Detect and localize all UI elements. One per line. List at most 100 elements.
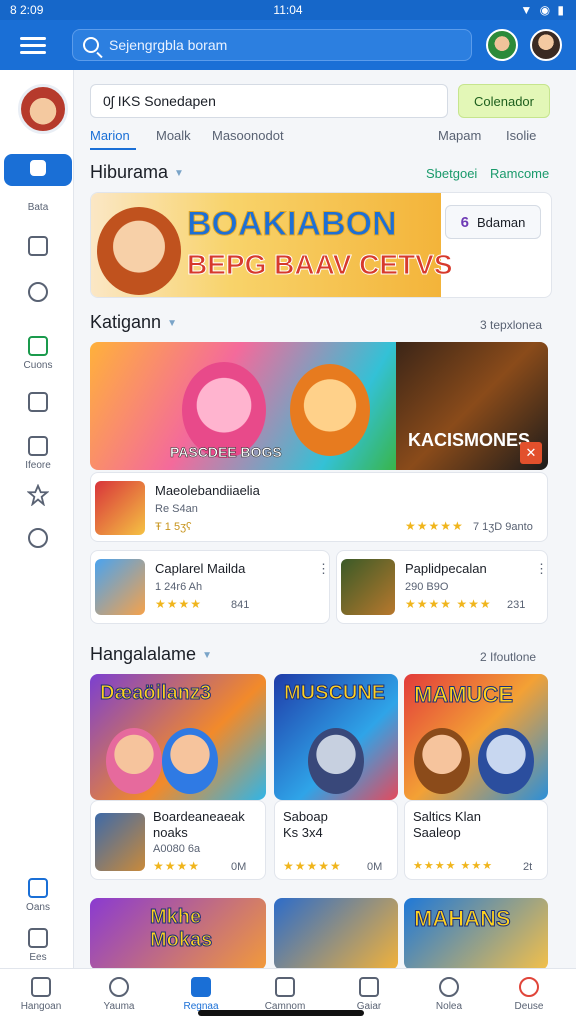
section-title-hiburama: Hiburama ▼ xyxy=(90,162,184,183)
tab-moalk[interactable]: Moalk xyxy=(156,128,191,143)
flower-icon xyxy=(439,977,459,997)
chevron-down-icon[interactable]: ▼ xyxy=(174,168,184,179)
game-thumb xyxy=(95,813,145,871)
game-title: Boardeaneaeak xyxy=(153,809,245,824)
featured-thumb xyxy=(95,481,145,535)
game-tile[interactable]: MAHANS xyxy=(404,898,548,970)
sidebar-item-settings[interactable]: Ees xyxy=(4,928,72,963)
more-icon[interactable]: ⋮ xyxy=(535,561,548,577)
link-sbetgoei[interactable]: Sbetgoei xyxy=(426,166,477,181)
more-icon[interactable]: ⋮ xyxy=(317,561,330,577)
game-tile[interactable] xyxy=(274,898,398,970)
character-figure xyxy=(478,728,534,794)
section-title-hangalalame: Hangalalame ▼ xyxy=(90,644,212,665)
game-stars: ★★★★ ★★★ xyxy=(405,597,492,611)
game-tile[interactable]: Dæaöilanz3 xyxy=(90,674,266,800)
nav-yauma[interactable]: Yauma xyxy=(84,977,154,1012)
nav-nolea[interactable]: Nolea xyxy=(414,977,484,1012)
game-count: 0M xyxy=(367,861,383,873)
sidebar-item-label: Oans xyxy=(26,902,50,913)
link-see-all[interactable]: 2 Ifoutlone xyxy=(480,650,536,664)
character-figure xyxy=(162,728,218,794)
record-icon xyxy=(519,977,539,997)
featured-price: Ŧ 1 5ʒʕ xyxy=(155,521,192,533)
home-indicator[interactable] xyxy=(198,1010,364,1016)
house-icon xyxy=(28,878,48,898)
nav-home[interactable]: Hangoan xyxy=(6,977,76,1012)
clock-icon xyxy=(109,977,129,997)
nav-regnaa[interactable]: Regnaa xyxy=(166,977,236,1012)
tab-isolie[interactable]: Isolie xyxy=(506,128,536,143)
game-stars: ★★★★ xyxy=(153,859,201,873)
hamburger-icon[interactable] xyxy=(12,27,56,63)
game-card[interactable]: Saboap Ks 3x4 ★★★★★ 0M xyxy=(274,800,398,880)
tab-bar: Marion Moalk Masoonodot Mapam Isolie xyxy=(90,126,560,152)
game-tile[interactable]: MUSCUNE xyxy=(274,674,398,800)
promo-banner[interactable]: BOAKIABON BEPG BAAV CETVS 6 Bdaman xyxy=(90,192,552,298)
tab-marion[interactable]: Marion xyxy=(90,128,130,143)
game-thumb xyxy=(95,559,145,615)
sidebar-avatar[interactable] xyxy=(18,84,68,134)
link-ramcome[interactable]: Ramcome xyxy=(490,166,549,181)
hero-caption-left: PASCDEE BOGS xyxy=(170,444,282,461)
hero-carousel[interactable]: PASCDEE BOGS KACISMONES ✕ xyxy=(90,342,548,470)
settings-icon xyxy=(28,928,48,948)
game-card[interactable]: Caplarel Mailda 1 24r6 Ah ★★★★ 841 ⋮ xyxy=(90,550,330,624)
tab-mapam[interactable]: Mapam xyxy=(438,128,481,143)
sidebar-item-quote[interactable] xyxy=(4,282,72,306)
game-card[interactable]: Paplidpecalan 290 B9O ★★★★ ★★★ 231 ⋮ xyxy=(336,550,548,624)
avatar-friend[interactable] xyxy=(486,29,518,61)
mascot-image xyxy=(97,207,181,295)
tab-masoonodot[interactable]: Masoonodot xyxy=(212,128,284,143)
sidebar-item-star[interactable] xyxy=(4,484,72,510)
game-title: Saltics Klan xyxy=(413,809,481,824)
section-title-text: Hiburama xyxy=(90,162,169,182)
sidebar-item-house[interactable]: Oans xyxy=(4,878,72,913)
banner-button[interactable]: 6 Bdaman xyxy=(445,205,541,239)
featured-count: 7 1ʒD 9anto xyxy=(473,521,533,533)
sidebar-item-chat[interactable]: Cuons xyxy=(4,336,72,371)
calendar-icon xyxy=(28,236,48,256)
nav-label: Deuse xyxy=(514,1001,544,1012)
chevron-down-icon[interactable]: ▼ xyxy=(167,318,177,329)
game-tile-label: MAMUCE xyxy=(414,682,514,708)
game-tile[interactable]: Mkhe Mokas xyxy=(90,898,266,970)
nav-camnom[interactable]: Camnom xyxy=(250,977,320,1012)
main-content: 0ʃ IKS Sonedapen Colenador Marion Moalk … xyxy=(74,70,576,970)
sidebar-item-bata[interactable]: Bata xyxy=(4,202,72,213)
character-figure xyxy=(308,728,364,794)
game-card[interactable]: Saltics Klan Saaleop ★★★★ ★★★ 2t xyxy=(404,800,548,880)
featured-card[interactable]: Maeolebandiiaelia Re S4an Ŧ 1 5ʒʕ ★★★★★ … xyxy=(90,472,548,542)
nav-deuse[interactable]: Deuse xyxy=(494,977,564,1012)
quote-icon xyxy=(28,282,48,302)
status-time: 11:04 xyxy=(273,3,303,17)
sidebar-item-image[interactable]: Ifeore xyxy=(4,436,72,471)
nav-label: Yauma xyxy=(103,1001,135,1012)
close-icon[interactable]: ✕ xyxy=(520,442,542,464)
avatar-profile[interactable] xyxy=(530,29,562,61)
game-title: Saboap xyxy=(283,809,328,824)
game-tile[interactable]: MAMUCE xyxy=(404,674,548,800)
sidebar-item-door[interactable] xyxy=(4,392,72,416)
sidebar: Bata Cuons Ifeore Oans Ees xyxy=(0,70,74,970)
code-input[interactable]: 0ʃ IKS Sonedapen xyxy=(90,84,448,118)
game-count: 841 xyxy=(231,599,250,611)
game-stars: ★★★★ xyxy=(155,597,203,611)
game-card[interactable]: Boardeaneaeak noaks A0080 6a ★★★★ 0M xyxy=(90,800,266,880)
gamepad-icon xyxy=(359,977,379,997)
chevron-down-icon[interactable]: ▼ xyxy=(202,650,212,661)
game-tile-label: Mkhe Mokas xyxy=(150,906,213,952)
sidebar-item-shield[interactable] xyxy=(4,528,72,552)
home-icon xyxy=(30,160,46,176)
search-input[interactable]: Sejengrgbla boram xyxy=(72,29,472,61)
section-title-text: Katigann xyxy=(90,312,162,332)
banner-button-number: 6 xyxy=(460,213,469,231)
sidebar-item-home[interactable] xyxy=(4,154,72,186)
grid-icon xyxy=(191,977,211,997)
search-icon xyxy=(83,37,99,53)
sidebar-item-calendar[interactable] xyxy=(4,236,72,260)
featured-meta: Re S4an xyxy=(155,503,198,515)
calendar-button[interactable]: Colenador xyxy=(458,84,550,118)
link-see-all[interactable]: 3 tepxlonea xyxy=(480,318,542,332)
nav-gaiar[interactable]: Gaiar xyxy=(334,977,404,1012)
